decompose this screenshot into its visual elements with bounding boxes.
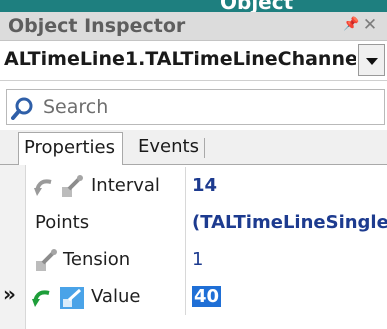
property-wrench-icon (36, 249, 57, 271)
property-value[interactable]: (TALTimeLineSingle (192, 212, 387, 233)
close-icon[interactable]: ✕ (362, 16, 378, 34)
background-window-text: Object Inspector (220, 0, 294, 12)
tab-bar: Properties Events (0, 130, 387, 165)
property-value-editor[interactable]: 40 (192, 286, 222, 307)
selected-object-name: ALTimeLine1.TALTimeLineChannel (4, 48, 356, 70)
property-row-tension[interactable]: Tension 1 (25, 241, 387, 278)
property-grid: Interval 14 Points (TALTimeLineSingle Te… (0, 165, 387, 329)
property-name-cell: Interval (25, 167, 186, 204)
tab-properties[interactable]: Properties (18, 132, 123, 165)
property-row-interval[interactable]: Interval 14 (25, 167, 387, 204)
property-name: Tension (63, 249, 131, 270)
tab-separator (204, 138, 205, 158)
property-row-points[interactable]: Points (TALTimeLineSingle (25, 204, 387, 241)
property-wrench-icon (62, 175, 83, 197)
search-placeholder: Search (43, 96, 109, 118)
property-name: Interval (91, 175, 160, 196)
chevron-down-icon[interactable] (358, 44, 385, 76)
property-name-cell: Value (25, 278, 186, 315)
property-value[interactable]: 1 (192, 249, 203, 270)
search-icon (11, 97, 33, 120)
property-wrench-blue-icon (60, 287, 84, 309)
property-name: Points (35, 212, 90, 233)
undo-arrow-green-icon (32, 290, 50, 307)
title-bar: Object Inspector 📌 ✕ (0, 12, 387, 41)
property-value[interactable]: 14 (192, 175, 217, 196)
current-row-pointer: » (3, 282, 16, 306)
tab-events[interactable]: Events (133, 132, 213, 164)
property-name: Value (91, 286, 141, 307)
property-name-cell: Points (25, 204, 186, 241)
undo-arrow-icon (34, 179, 52, 196)
property-name-cell: Tension (25, 241, 186, 278)
pin-icon[interactable]: 📌 (343, 17, 359, 33)
property-row-value[interactable]: Value 40 (25, 278, 387, 315)
object-selector[interactable]: ALTimeLine1.TALTimeLineChannel (0, 41, 387, 81)
search-input[interactable]: Search (6, 89, 385, 125)
background-window-strip: Object Inspector (0, 0, 387, 12)
window-title: Object Inspector (8, 15, 186, 37)
